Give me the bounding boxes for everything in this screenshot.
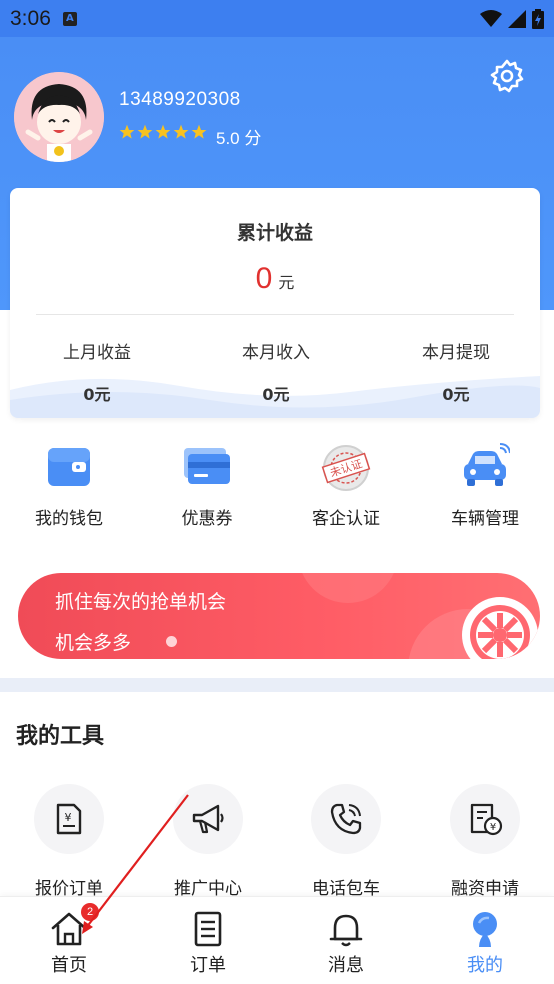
tab-messages[interactable]: 消息 xyxy=(296,909,396,977)
gear-icon xyxy=(490,59,524,93)
car-icon xyxy=(460,442,511,490)
tab-label: 首页 xyxy=(51,955,87,976)
tool-quote-order[interactable]: ¥ 报价订单 xyxy=(9,784,129,899)
finance-bill-icon: ¥ xyxy=(470,803,503,836)
tab-mine[interactable]: 我的 xyxy=(435,909,535,977)
order-document-icon xyxy=(188,909,228,949)
tire-icon xyxy=(462,597,538,659)
earnings-divider xyxy=(36,314,514,315)
tab-orders[interactable]: 订单 xyxy=(158,909,258,977)
earnings-this-month-income[interactable]: 本月收入 0元 xyxy=(216,338,336,405)
quick-actions: 我的钱包 优惠券 未认证 客企认证 车辆管理 xyxy=(0,442,554,532)
quote-document-icon: ¥ xyxy=(56,803,82,835)
quick-action-certification[interactable]: 未认证 客企认证 xyxy=(291,442,401,529)
tool-phone-charter[interactable]: 电话包车 xyxy=(286,784,406,899)
megaphone-icon xyxy=(192,804,224,834)
quick-action-label: 客企认证 xyxy=(312,509,380,529)
tab-label: 消息 xyxy=(328,955,364,976)
tab-label: 订单 xyxy=(190,955,226,976)
quick-action-coupon[interactable]: 优惠券 xyxy=(152,442,262,529)
quick-action-label: 车辆管理 xyxy=(451,509,519,529)
section-separator xyxy=(0,678,554,692)
earnings-title: 累计收益 xyxy=(236,222,313,244)
earnings-last-month[interactable]: 上月收益 0元 xyxy=(37,338,157,405)
notification-badge: 2 xyxy=(81,903,99,921)
svg-text:¥: ¥ xyxy=(490,822,496,833)
banner-line-2: 机会多多 xyxy=(55,632,132,654)
earnings-total-value: 0 xyxy=(255,262,273,295)
tab-home[interactable]: 2 首页 xyxy=(19,903,119,977)
star-icon xyxy=(137,124,153,139)
home-icon: 2 xyxy=(49,903,99,949)
tab-label: 我的 xyxy=(467,955,503,976)
certification-stamp-icon: 未认证 xyxy=(316,442,376,494)
star-icon xyxy=(191,124,207,139)
wifi-icon xyxy=(480,9,502,27)
earnings-card[interactable]: 累计收益 0元 上月收益 0元 本月收入 0元 本月提现 0元 xyxy=(10,188,540,418)
tool-promotion-center[interactable]: 推广中心 xyxy=(148,784,268,899)
earnings-col-value: 0元 xyxy=(83,385,111,404)
wallet-icon xyxy=(44,442,94,490)
earnings-total-unit: 元 xyxy=(278,273,295,292)
bell-icon xyxy=(326,909,366,949)
star-icon xyxy=(173,124,189,139)
signal-icon xyxy=(508,9,526,28)
tool-icon-circle xyxy=(311,784,381,854)
rating-stars xyxy=(119,124,207,140)
tool-finance-apply[interactable]: ¥ 融资申请 xyxy=(425,784,545,899)
earnings-col-value: 0元 xyxy=(262,385,290,404)
settings-button[interactable] xyxy=(489,58,525,94)
star-icon xyxy=(119,124,135,139)
quick-action-vehicle[interactable]: 车辆管理 xyxy=(430,442,540,529)
earnings-col-label: 本月提现 xyxy=(422,343,490,363)
earnings-total: 0元 xyxy=(10,262,540,296)
promo-banner[interactable]: 抓住每次的抢单机会 机会多多 xyxy=(18,573,540,659)
user-phone: 13489920308 xyxy=(119,89,241,110)
status-indicators xyxy=(480,8,544,29)
banner-page-indicator xyxy=(166,636,177,647)
tool-icon-circle xyxy=(173,784,243,854)
earnings-this-month-withdraw[interactable]: 本月提现 0元 xyxy=(396,338,516,405)
battery-icon xyxy=(532,8,544,29)
avatar-cartoon-icon xyxy=(14,72,104,162)
earnings-col-label: 上月收益 xyxy=(63,343,131,363)
status-time: 3:06 xyxy=(10,6,51,30)
avatar[interactable] xyxy=(14,72,104,162)
profile-icon xyxy=(465,909,505,949)
earnings-col-label: 本月收入 xyxy=(242,343,310,363)
quick-action-label: 优惠券 xyxy=(181,509,233,529)
coupon-card-icon xyxy=(182,442,232,490)
phone-call-icon xyxy=(330,803,362,835)
tool-icon-circle: ¥ xyxy=(450,784,520,854)
banner-line-1: 抓住每次的抢单机会 xyxy=(55,591,227,613)
bottom-tabbar: 2 首页 订单 消息 我的 xyxy=(0,896,554,984)
earnings-col-value: 0元 xyxy=(442,385,470,404)
quick-action-label: 我的钱包 xyxy=(35,509,103,529)
star-icon xyxy=(155,124,171,139)
status-bar: 3:06 A xyxy=(0,0,554,37)
quick-action-wallet[interactable]: 我的钱包 xyxy=(14,442,124,529)
tool-icon-circle: ¥ xyxy=(34,784,104,854)
tools-title: 我的工具 xyxy=(16,724,105,749)
rating-score: 5.0 分 xyxy=(216,129,262,148)
notification-a-icon: A xyxy=(62,11,77,26)
svg-text:¥: ¥ xyxy=(65,811,72,824)
